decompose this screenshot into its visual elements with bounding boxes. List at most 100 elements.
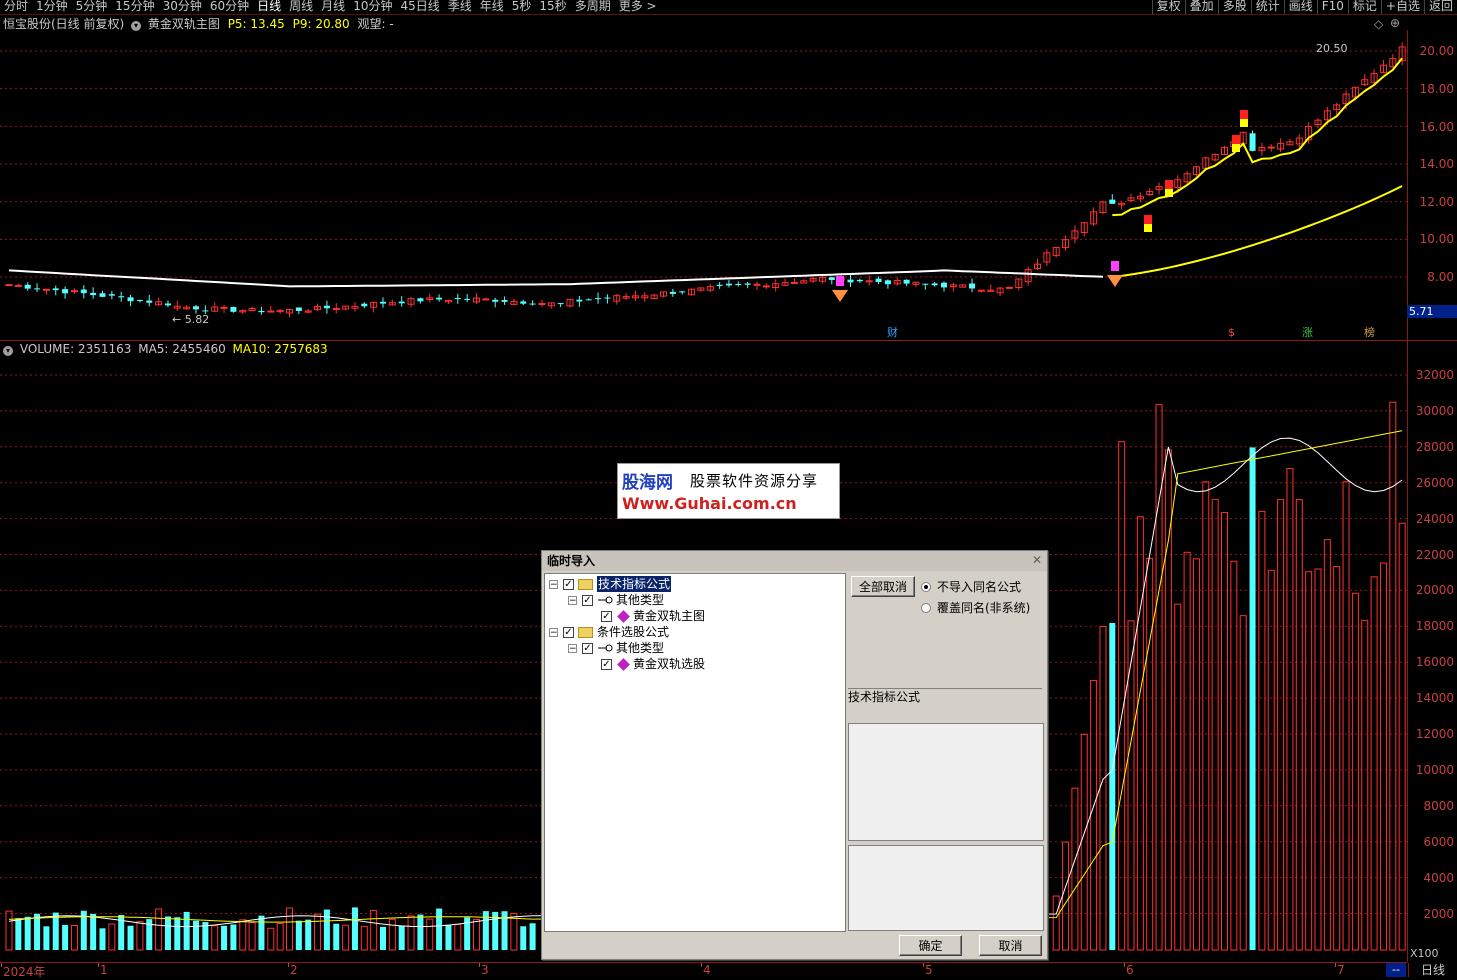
cancel-all-button[interactable]: 全部取消 (851, 576, 915, 597)
period-tab-6[interactable]: 日线 (253, 0, 285, 14)
tool-button-0[interactable]: 复权 (1151, 0, 1185, 14)
candle-body (595, 298, 602, 300)
price-tick: 16.00 (1419, 120, 1454, 134)
candle-body (417, 298, 424, 302)
period-tab-11[interactable]: 季线 (444, 0, 476, 14)
candle-body (24, 284, 31, 289)
tree-node-label[interactable]: 条件选股公式 (597, 624, 669, 640)
period-tab-14[interactable]: 15秒 (535, 0, 570, 14)
expand-icon[interactable]: − (568, 595, 577, 605)
volume-tick: 2000 (1423, 906, 1454, 921)
period-tab-4[interactable]: 30分钟 (159, 0, 206, 14)
checkbox[interactable]: ✓ (601, 658, 612, 670)
period-tab-0[interactable]: 分时 (0, 0, 32, 14)
volume-bar (454, 923, 462, 951)
watermark-brand: 股海网 (622, 473, 673, 493)
close-icon[interactable]: ✕ (1030, 554, 1044, 567)
checkbox[interactable]: ✓ (601, 610, 612, 622)
low-price-label: ← 5.82 (172, 313, 209, 326)
radio-no-import-dot[interactable] (921, 581, 931, 592)
period-tab-8[interactable]: 月线 (317, 0, 349, 14)
date-tick (923, 963, 924, 967)
tree-node[interactable]: ✓ 黄金双轨主图 (587, 608, 705, 624)
expand-icon[interactable]: − (568, 643, 577, 653)
view-value: 观望: - (357, 17, 394, 31)
period-tab-16[interactable]: 更多 > (615, 0, 661, 14)
period-tab-7[interactable]: 周线 (285, 0, 317, 14)
volume-bar (155, 908, 163, 951)
period-tab-13[interactable]: 5秒 (508, 0, 536, 14)
cancel-button[interactable]: 取消 (979, 935, 1042, 956)
formula-tree[interactable]: − ✓ 技术指标公式 − ✓ 其他类型 ✓ 黄金双轨主图 − ✓ 条件选股公式 − ✓ 其他类型 ✓ 黄金双轨… (544, 573, 846, 932)
volume-dropdown-icon[interactable]: ▾ (3, 346, 13, 356)
tree-node[interactable]: − ✓ 其他类型 (568, 592, 664, 608)
candle-body (5, 284, 13, 287)
stock-label[interactable]: 恒宝股份(日线 前复权) (3, 17, 124, 31)
checkbox[interactable]: ✓ (582, 642, 593, 654)
tool-button-7[interactable]: +自选 (1380, 0, 1424, 14)
expand-icon[interactable]: − (549, 627, 558, 637)
price-tick: 18.00 (1419, 82, 1454, 96)
tool-button-3[interactable]: 统计 (1250, 0, 1284, 14)
tree-node-label[interactable]: 黄金双轨选股 (633, 656, 705, 672)
tree-node-label[interactable]: 其他类型 (616, 592, 664, 608)
chart-expand-icon[interactable]: ⊕ (1390, 16, 1400, 30)
ok-button[interactable]: 确定 (899, 935, 962, 956)
expand-icon[interactable]: − (549, 579, 558, 589)
period-tab-2[interactable]: 5分钟 (72, 0, 112, 14)
tool-button-8[interactable]: 返回 (1423, 0, 1457, 14)
tree-node-label[interactable]: 技术指标公式 (597, 576, 672, 592)
corner-toggle[interactable]: -- (1386, 963, 1406, 977)
volume-bar (1052, 895, 1060, 951)
tool-button-5[interactable]: F10 (1316, 0, 1348, 14)
radio-overwrite-dot[interactable] (921, 602, 931, 613)
key-icon (598, 644, 613, 652)
radio-overwrite[interactable]: 覆盖同名(非系统) (921, 599, 1030, 616)
checkbox[interactable]: ✓ (563, 626, 574, 638)
volume-bar (1174, 603, 1182, 951)
tree-node[interactable]: − ✓ 条件选股公式 (549, 624, 669, 640)
event-marker: $ (1228, 326, 1235, 339)
period-tab-5[interactable]: 60分钟 (206, 0, 253, 14)
period-tab-10[interactable]: 45日线 (396, 0, 443, 14)
candle-body (1249, 133, 1256, 151)
radio-no-import[interactable]: 不导入同名公式 (921, 578, 1021, 595)
tool-button-1[interactable]: 叠加 (1184, 0, 1218, 14)
checkbox[interactable]: ✓ (563, 578, 574, 590)
tree-node[interactable]: − ✓ 技术指标公式 (549, 576, 672, 592)
candle-body (193, 306, 199, 310)
volume-bar (1258, 510, 1266, 951)
volume-bar (1090, 679, 1098, 951)
period-tab-3[interactable]: 15分钟 (111, 0, 158, 14)
volume-axis: 32000 30000 28000 26000 24000 22000 20000 18000… (1407, 341, 1457, 962)
period-tab-15[interactable]: 多周期 (571, 0, 615, 14)
candle-body (679, 291, 686, 293)
volume-bar (1221, 512, 1228, 951)
volume-bar (417, 914, 424, 950)
tool-button-6[interactable]: 标记 (1347, 0, 1381, 14)
tree-node[interactable]: ✓ 黄金双轨选股 (587, 656, 705, 672)
tree-node[interactable]: − ✓ 其他类型 (568, 640, 664, 656)
chart-settings-icon[interactable]: ◇ (1374, 17, 1383, 31)
volume-bar (1267, 569, 1275, 951)
indicator-name[interactable]: 黄金双轨主图 (148, 17, 220, 31)
candle-body (62, 289, 69, 294)
tree-node-label[interactable]: 其他类型 (616, 640, 664, 656)
volume-bar (520, 926, 527, 950)
dialog-titlebar[interactable]: 临时导入 (542, 551, 1047, 571)
period-tab-12[interactable]: 年线 (476, 0, 508, 14)
period-tab-1[interactable]: 1分钟 (32, 0, 72, 14)
candle-body (847, 279, 854, 283)
tree-node-label[interactable]: 黄金双轨主图 (633, 608, 705, 624)
event-marker: 涨 (1302, 326, 1313, 339)
candle-body (576, 299, 583, 302)
candle-body (464, 298, 471, 300)
tool-button-2[interactable]: 多股 (1217, 0, 1251, 14)
candle-body (361, 303, 368, 307)
volume-bar (1127, 620, 1135, 951)
period-tab-9[interactable]: 10分钟 (349, 0, 396, 14)
volume-bar (342, 924, 350, 951)
checkbox[interactable]: ✓ (582, 594, 593, 606)
tool-button-4[interactable]: 画线 (1283, 0, 1317, 14)
period-tab-bottom[interactable]: 日线 (1408, 963, 1457, 977)
